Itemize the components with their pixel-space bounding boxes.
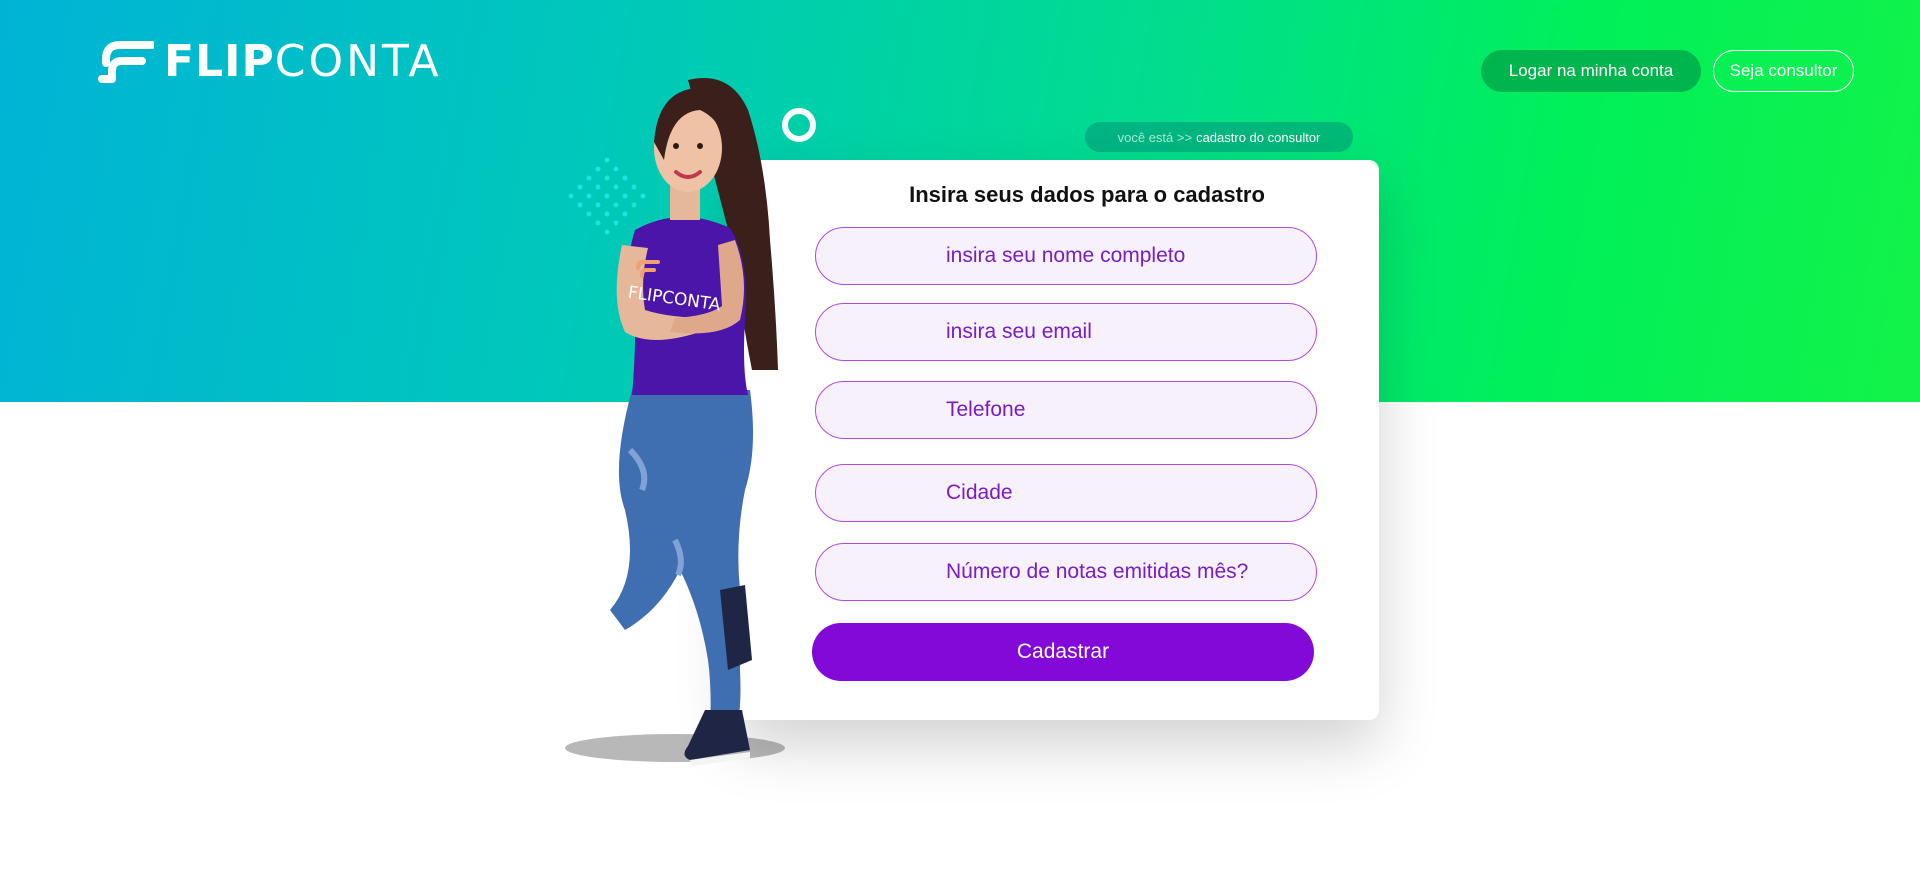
- logo-text-light: CONTA: [274, 36, 442, 87]
- breadcrumb: você está >> cadastro do consultor: [1085, 122, 1353, 152]
- signup-card: Insira seus dados para o cadastro Cadast…: [735, 160, 1379, 720]
- form-title: Insira seus dados para o cadastro: [909, 182, 1265, 207]
- logo-text-bold: FLIP: [164, 36, 275, 87]
- login-button[interactable]: Logar na minha conta: [1481, 50, 1701, 92]
- full-name-field[interactable]: [815, 227, 1317, 285]
- breadcrumb-prefix: você está >>: [1117, 129, 1193, 145]
- logo-text: FLIPCONTA: [164, 40, 442, 84]
- model-figure-image: FLIPCONTA: [565, 78, 785, 766]
- city-field[interactable]: [815, 464, 1317, 522]
- logo-icon: [98, 41, 154, 83]
- phone-field[interactable]: [815, 381, 1317, 439]
- email-field[interactable]: [815, 303, 1317, 361]
- become-consultant-button[interactable]: Seja consultor: [1713, 50, 1854, 92]
- breadcrumb-current[interactable]: cadastro do consultor: [1196, 130, 1320, 145]
- flipconta-logo[interactable]: FLIPCONTA: [98, 40, 442, 84]
- invoices-per-month-field[interactable]: [815, 543, 1317, 601]
- submit-button[interactable]: Cadastrar: [812, 623, 1314, 681]
